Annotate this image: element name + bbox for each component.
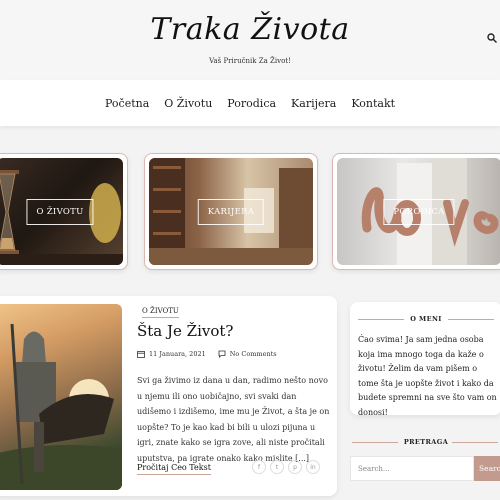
main-nav: Početna O Životu Porodica Karijera Konta…: [0, 80, 500, 126]
category-label[interactable]: KARIJERA: [197, 198, 265, 225]
knight-illustration: [0, 323, 122, 490]
category-label[interactable]: PORODICA: [383, 198, 455, 225]
read-more-link[interactable]: Pročitaj Ceo Tekst: [137, 463, 211, 475]
post-image-knight[interactable]: [0, 304, 122, 490]
nav-item-pocetna[interactable]: Početna: [105, 97, 149, 110]
comment-icon: [218, 350, 226, 358]
linkedin-icon[interactable]: in: [306, 460, 320, 474]
category-image-library: KARIJERA: [149, 158, 313, 265]
search-icon[interactable]: [487, 33, 497, 43]
twitter-icon[interactable]: t: [270, 460, 284, 474]
site-tagline: Vaš Priručnik Za Život!: [209, 57, 291, 65]
post-comments-link[interactable]: No Comments: [230, 350, 277, 358]
nav-item-o-zivotu[interactable]: O Životu: [164, 97, 212, 110]
post-category-link[interactable]: O ŽIVOTU: [142, 307, 179, 318]
site-header: › Traka Života Vaš Priručnik Za Život!: [0, 0, 500, 80]
search-button[interactable]: Search: [474, 456, 500, 481]
nav-item-karijera[interactable]: Karijera: [291, 97, 336, 110]
divider: [448, 319, 494, 320]
facebook-icon[interactable]: f: [252, 460, 266, 474]
pinterest-icon[interactable]: p: [288, 460, 302, 474]
about-widget-text: Ćao svima! Ja sam jedna osoba koja ima m…: [358, 335, 497, 417]
category-label[interactable]: O ŽIVOTU: [26, 198, 94, 225]
post-title[interactable]: Šta Je Život?: [137, 322, 233, 340]
category-card-o-zivotu[interactable]: O ŽIVOTU: [0, 153, 128, 270]
category-image-love-balloons: PORODICA: [337, 158, 500, 265]
category-card-karijera[interactable]: KARIJERA: [144, 153, 318, 270]
site-logo[interactable]: Traka Života: [0, 12, 500, 47]
category-image-hourglass: O ŽIVOTU: [0, 158, 123, 265]
post-meta: 11 Januara, 2021 No Comments: [137, 350, 277, 358]
post-date[interactable]: 11 Januara, 2021: [149, 350, 206, 358]
search-input[interactable]: [350, 456, 474, 481]
nav-item-porodica[interactable]: Porodica: [227, 97, 276, 110]
nav-item-kontakt[interactable]: Kontakt: [351, 97, 395, 110]
post-excerpt: Svi ga živimo iz dana u dan, radimo nešt…: [137, 376, 330, 463]
category-card-porodica[interactable]: PORODICA: [332, 153, 500, 270]
calendar-icon: [137, 351, 145, 358]
divider: [452, 442, 498, 443]
